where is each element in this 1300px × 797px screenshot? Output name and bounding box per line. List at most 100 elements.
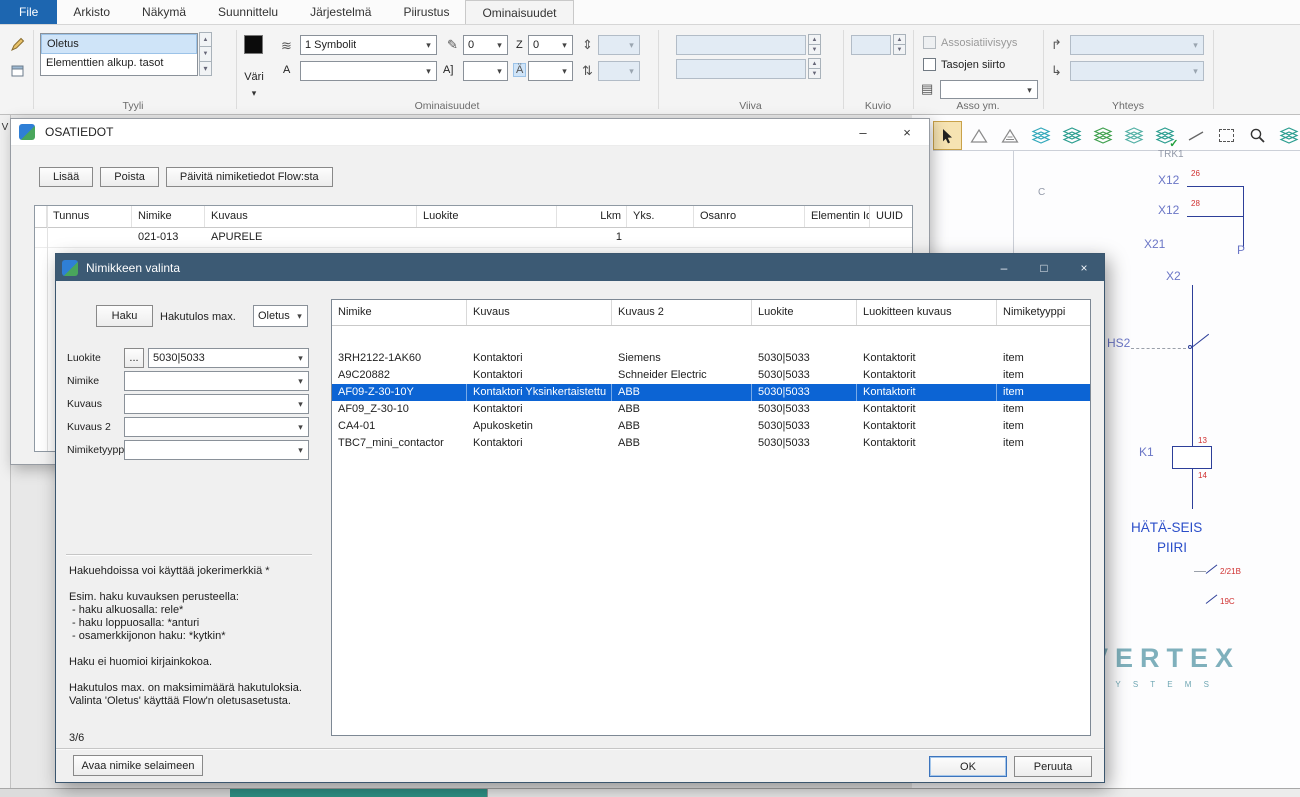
spin-down-icon[interactable] (893, 44, 906, 55)
polygon-icon[interactable] (964, 121, 993, 150)
tab-arkisto[interactable]: Arkisto (57, 0, 126, 24)
checkbox-icon[interactable] (923, 58, 936, 71)
minimize-button[interactable]: – (841, 119, 885, 145)
haku-button[interactable]: Haku (96, 305, 153, 327)
dialog-titlebar[interactable]: Nimikkeen valinta – □ × (56, 254, 1104, 281)
column-header[interactable]: Luokitteen kuvaus (857, 300, 997, 325)
cell (35, 228, 47, 247)
result-row[interactable]: TBC7_mini_contactorKontaktoriABB5030|503… (332, 435, 1090, 452)
polygon-hatch-icon[interactable] (995, 121, 1024, 150)
field-combo-kuvaus-2[interactable] (124, 417, 309, 437)
vertex-watermark: VERTEX (1090, 643, 1240, 674)
color-swatch[interactable] (244, 35, 263, 54)
line-icon[interactable] (1181, 121, 1210, 150)
dropdown-arrow-icon[interactable] (292, 310, 307, 322)
checkbox-tasojen-siirto[interactable]: Tasojen siirto (923, 58, 1005, 71)
maximize-button[interactable]: □ (1024, 254, 1064, 281)
close-button[interactable]: × (885, 119, 929, 145)
field-combo-luokite[interactable]: 5030|5033 (148, 348, 309, 368)
dropdown-arrow-icon[interactable] (293, 421, 308, 433)
style-pick-icon[interactable] (8, 34, 28, 54)
status-bar-scroll[interactable] (487, 789, 1300, 797)
result-row[interactable]: AF09-Z-30-10YKontaktori Yksinkertaistett… (332, 384, 1090, 401)
column-header[interactable]: Luokite (752, 300, 857, 325)
dropdown-arrow-icon[interactable] (492, 39, 507, 51)
spin-down-icon[interactable] (808, 44, 821, 55)
column-header[interactable]: Kuvaus (467, 300, 612, 325)
dropdown-arrow-icon[interactable] (557, 65, 572, 77)
font-combo[interactable] (300, 61, 437, 81)
result-row[interactable]: 3RH2122-1AK60KontaktoriSiemens5030|5033K… (332, 350, 1090, 367)
checkbox-assosiatiivisyys[interactable]: Assosiatiivisyys (923, 36, 1017, 49)
text-style-combo[interactable] (528, 61, 573, 81)
result-row[interactable]: AF09_Z-30-10KontaktoriABB5030|5033Kontak… (332, 401, 1090, 418)
osatiedot-button-2[interactable]: Poista (100, 167, 159, 187)
result-row[interactable]: A9C20882KontaktoriSchneider Electric5030… (332, 367, 1090, 384)
hakutulos-combo[interactable]: Oletus (253, 305, 308, 327)
dropdown-arrow-icon[interactable] (421, 65, 436, 77)
dropdown-arrow-icon[interactable] (492, 65, 507, 77)
osatiedot-button-3[interactable]: Päivitä nimiketiedot Flow:sta (166, 167, 333, 187)
zoom-window-icon[interactable] (1212, 121, 1241, 150)
browse-button[interactable]: ... (124, 348, 144, 368)
pen-width-combo[interactable]: 0 (463, 35, 508, 55)
style-option[interactable]: Oletus (41, 34, 197, 54)
text-umlaut-label[interactable]: Ä (513, 63, 526, 77)
result-row[interactable]: CA4-01ApukosketinABB5030|5033Kontaktorit… (332, 418, 1090, 435)
ok-button[interactable]: OK (929, 756, 1007, 777)
osatiedot-titlebar[interactable]: OSATIEDOT – × (11, 119, 929, 146)
tab-suunnittelu[interactable]: Suunnittelu (202, 0, 294, 24)
select-cursor-icon[interactable] (933, 121, 962, 150)
tab-ominaisuudet[interactable]: Ominaisuudet (465, 0, 573, 24)
layers-teal-icon[interactable] (1057, 121, 1086, 150)
help-line: - haku alkuosalla: rele* (69, 604, 339, 617)
dropdown-arrow-icon[interactable] (557, 39, 572, 51)
dropdown-arrow-icon[interactable] (293, 375, 308, 387)
tab-näkymä[interactable]: Näkymä (126, 0, 202, 24)
z-level-combo[interactable]: 0 (528, 35, 573, 55)
color-dropdown-arrow-icon[interactable] (236, 87, 272, 99)
tab-piirustus[interactable]: Piirustus (387, 0, 465, 24)
close-button[interactable]: × (1064, 254, 1104, 281)
cell: 5030|5033 (752, 350, 857, 367)
checkbox-icon[interactable] (923, 36, 936, 49)
minimize-button[interactable]: – (984, 254, 1024, 281)
spin-up-icon[interactable] (199, 32, 212, 47)
field-combo-kuvaus[interactable] (124, 394, 309, 414)
text-height-combo[interactable] (463, 61, 508, 81)
column-header[interactable]: Nimiketyyppi (997, 300, 1091, 325)
field-combo-nimiketyyppi[interactable] (124, 440, 309, 460)
dropdown-arrow-icon[interactable] (421, 39, 436, 51)
ribbon-divider (1043, 30, 1044, 109)
cell: Siemens (612, 350, 752, 367)
osatiedot-button-1[interactable]: Lisää (39, 167, 93, 187)
open-item-browser-button[interactable]: Avaa nimike selaimeen (73, 755, 203, 776)
asso-combo[interactable] (940, 80, 1038, 99)
tab-järjestelmä[interactable]: Järjestelmä (294, 0, 387, 24)
expand-icon[interactable] (199, 61, 212, 76)
symbol-layer-combo[interactable]: 1 Symbolit (300, 35, 437, 55)
table-row[interactable]: 021-013APURELE1 (35, 228, 912, 248)
spin-down-icon[interactable] (808, 68, 821, 79)
layers-check-icon[interactable]: ✓ (1150, 121, 1179, 150)
dropdown-arrow-icon[interactable] (293, 444, 308, 456)
results-table[interactable]: NimikeKuvausKuvaus 2LuokiteLuokitteen ku… (331, 299, 1091, 736)
tab-file[interactable]: File (0, 0, 57, 24)
cancel-button[interactable]: Peruuta (1014, 756, 1092, 777)
layers-outline-icon[interactable] (1119, 121, 1148, 150)
dropdown-arrow-icon[interactable] (293, 398, 308, 410)
field-combo-nimike[interactable] (124, 371, 309, 391)
style-list[interactable]: OletusElementtien alkup. tasot (40, 33, 198, 76)
layers-cyan-icon[interactable] (1026, 121, 1055, 150)
layers-extra-icon[interactable] (1274, 121, 1300, 150)
device-label-k1: K1 (1139, 445, 1154, 459)
spin-down-icon[interactable] (199, 46, 212, 61)
column-header[interactable]: Kuvaus 2 (612, 300, 752, 325)
zoom-icon[interactable] (1243, 121, 1272, 150)
dropdown-arrow-icon[interactable] (293, 352, 308, 364)
copy-properties-icon[interactable] (8, 61, 28, 81)
dropdown-arrow-icon[interactable] (1022, 84, 1037, 96)
layers-green-icon[interactable] (1088, 121, 1117, 150)
style-option[interactable]: Elementtien alkup. tasot (41, 54, 197, 74)
column-header[interactable]: Nimike (332, 300, 467, 325)
